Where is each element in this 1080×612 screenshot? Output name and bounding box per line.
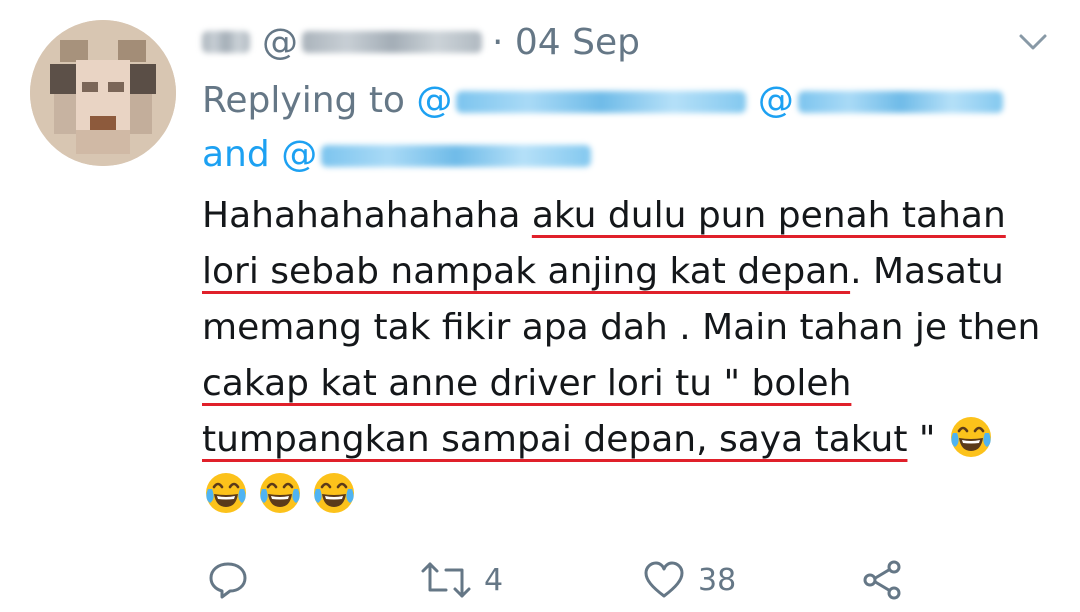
tweet-body-outro: " [907, 419, 947, 460]
mention-at: @ [416, 80, 453, 121]
reply-button[interactable] [206, 556, 250, 604]
tears-of-joy-emoji-icon [950, 417, 991, 457]
author-name-redacted[interactable] [202, 31, 250, 53]
share-icon [863, 560, 901, 600]
tweet-body-intro: Hahahahahahaha [202, 195, 532, 236]
chevron-down-icon[interactable] [1016, 30, 1050, 54]
underlined-text: cakap kat anne driver lori tu " boleh tu… [202, 363, 908, 460]
mention-at: @ [757, 80, 794, 121]
mention-link[interactable]: @ [416, 80, 747, 121]
mention-redacted [797, 91, 1003, 113]
like-count: 38 [698, 562, 737, 598]
avatar[interactable] [30, 20, 176, 166]
tears-of-joy-emoji-icon [206, 473, 246, 513]
and-label: and [202, 134, 270, 175]
tweet-body: Hahahahahahaha aku dulu pun penah tahan … [202, 188, 1062, 524]
replying-label: Replying to [202, 80, 405, 121]
retweet-icon [421, 562, 471, 598]
share-button[interactable] [860, 556, 904, 604]
tweet-timestamp[interactable]: · 04 Sep [492, 22, 640, 63]
replying-to: Replying to @ @ and @ [202, 74, 1042, 182]
reply-icon [209, 562, 247, 599]
retweet-count: 4 [484, 562, 504, 598]
handle-at-symbol: @ [262, 21, 298, 63]
tweet-header: @ · 04 Sep [202, 18, 640, 66]
like-button[interactable]: 38 [642, 556, 736, 604]
tears-of-joy-emoji-icon [314, 473, 354, 513]
mention-redacted [321, 145, 592, 167]
mention-link[interactable]: @ [758, 80, 1003, 121]
heart-icon [644, 561, 684, 598]
tweet-action-bar: 4 38 [0, 548, 1080, 612]
retweet-button[interactable]: 4 [420, 556, 503, 604]
mention-redacted [456, 91, 747, 113]
mention-link[interactable]: @ [281, 134, 592, 175]
tears-of-joy-emoji-icon [260, 473, 300, 513]
mention-at: @ [281, 134, 318, 175]
author-handle-redacted[interactable] [302, 31, 482, 53]
